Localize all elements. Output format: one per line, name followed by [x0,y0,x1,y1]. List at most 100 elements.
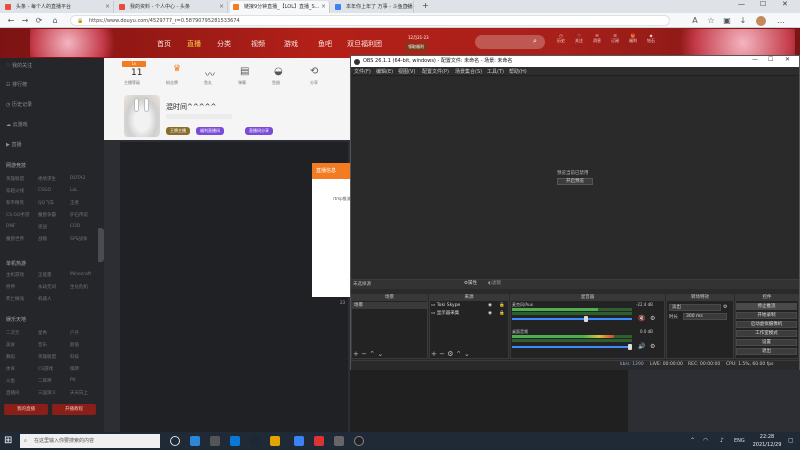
language-indicator[interactable]: ENG [734,438,745,444]
source-item[interactable]: ▭ 显示器采集 ◉ 🔒 [431,310,507,317]
sidebar-category-link[interactable]: 正能量 [38,272,52,278]
sidebar-category-link[interactable]: DOTA2 [70,176,85,181]
app-icon[interactable] [314,436,324,446]
sidebar-category-link[interactable]: SPS战争 [70,236,87,242]
sidebar-category-link[interactable]: 王者 [70,200,79,206]
nav-category[interactable]: 分类 [217,39,231,49]
duration-input[interactable]: 300 ms [683,313,727,320]
tag-badge[interactable]: 福利直播间 [196,127,224,135]
sidebar-item-live[interactable]: ▶ 直播 [6,141,21,148]
more-menu-icon[interactable]: … [776,15,786,26]
explorer-icon[interactable] [270,436,280,446]
notification-icon[interactable]: ▢ [788,437,794,444]
obs-taskbar-icon[interactable] [354,436,364,446]
sidebar-category-link[interactable]: 魔兽世界 [6,236,24,242]
sidebar-category-link[interactable]: 主机游戏 [6,272,24,278]
sidebar-category-link[interactable]: 英雄联盟 [6,176,24,182]
sidebar-category-link[interactable]: 科技 [70,354,79,360]
app-icon[interactable] [294,436,304,446]
settings-button[interactable]: 设置 [736,339,797,346]
sidebar-category-link[interactable]: CS游戏 [38,366,53,372]
network-icon[interactable]: ◠ [703,437,708,444]
move-up-icon[interactable]: ⌃ [456,350,462,358]
sidebar-category-link[interactable]: 炉石传说 [70,212,88,218]
nav-live[interactable]: 直播 [187,39,201,49]
sidebar-category-link[interactable]: 原神 [6,284,15,290]
nav-home[interactable]: 首页 [157,39,171,49]
sidebar-category-link[interactable]: CS:GO手游 [6,212,30,218]
sidebar-category-link[interactable]: 舞蹈 [6,354,15,360]
sidebar-category-link[interactable]: CSGO [38,188,51,193]
store-icon[interactable] [230,436,240,446]
message-icon[interactable]: ✉ 消息 [591,33,603,44]
tab-close-icon[interactable]: × [321,1,326,13]
minimize-button[interactable]: — [738,0,745,8]
sidebar-category-link[interactable]: 斗鱼 [6,378,15,384]
sidebar-category-link[interactable]: 美食 [6,342,15,348]
profile-avatar[interactable] [756,16,766,26]
transition-select[interactable]: 淡出 [669,304,721,311]
anchor-avatar[interactable] [124,95,160,137]
sidebar-category-link[interactable]: 二次元 [6,330,20,336]
filters-button[interactable]: ◐滤镜 [488,280,501,286]
add-icon[interactable]: + [431,350,437,358]
sidebar-category-link[interactable]: 天天向上 [70,390,88,396]
sidebar-category-link[interactable]: 三国演义 [38,390,56,396]
promo-banner-right[interactable] [665,29,795,57]
sidebar-category-link[interactable]: 英雄联盟 [38,354,56,360]
stop-streaming-button[interactable]: 停止推流 [736,303,797,310]
sidebar-category-link[interactable]: 生化危机 [70,284,88,290]
my-live-button[interactable]: 我的直播 [4,404,48,415]
start-recording-button[interactable]: 开始录制 [736,312,797,319]
sidebar-category-link[interactable]: 颜值 [70,342,79,348]
sidebar-category-link[interactable]: 穿越火线 [6,188,24,194]
sidebar-category-link[interactable]: 户外 [70,330,79,336]
site-search-input[interactable]: ⌕ [475,35,545,49]
clock-date[interactable]: 2021/12/29 [750,442,784,448]
browser-tab[interactable]: 本年你上年了 万事 - 斗鱼直播 × [332,1,414,13]
menu-profile[interactable]: 配置文件(P) [422,68,449,75]
add-icon[interactable]: + [353,350,359,358]
sidebar-item-cloudgame[interactable]: ☁ 云游戏 [6,121,28,128]
menu-edit[interactable]: 编辑(E) [376,68,393,75]
sidebar-category-link[interactable]: DNF [6,224,15,229]
sidebar-category-link[interactable]: QQ飞车 [38,200,54,206]
lock-icon[interactable]: 🔒 [499,310,505,317]
read-aloud-icon[interactable]: A [690,15,700,26]
sidebar-category-link[interactable]: 战锤 [38,236,47,242]
sidebar-category-link[interactable]: 音乐 [38,342,47,348]
fishball-icon[interactable]: 〰 [205,66,215,81]
collections-icon[interactable]: ▣ [722,15,732,26]
sidebar-category-link[interactable]: 死亡搁浅 [6,296,24,302]
sidebar-category-link[interactable]: 星秀 [38,330,47,336]
steam-icon[interactable] [250,436,260,446]
enable-preview-button[interactable]: 开启预览 [557,178,593,185]
browser-tab-active[interactable]: 链接9分钟直播_【LOL】直播_S... × [230,1,330,13]
downloads-icon[interactable]: ↓ [738,15,748,26]
banner-cta-button[interactable]: 领取福利 [405,43,427,51]
tutorial-button[interactable]: 开播教程 [52,404,96,415]
move-up-icon[interactable]: ⌃ [369,350,375,358]
gear-icon[interactable]: ⚙ [650,343,655,350]
remove-icon[interactable]: − [361,350,367,358]
back-icon[interactable]: ← [6,15,16,26]
menu-view[interactable]: 视图(V) [398,68,415,75]
forward-icon[interactable]: → [20,15,30,26]
subscribe-icon[interactable]: ☰ 订阅 [609,33,621,44]
properties-button[interactable]: ⚙属性 [464,280,477,286]
tray-chevron-icon[interactable]: ⌃ [690,437,695,444]
tab-close-icon[interactable]: × [105,1,110,13]
gear-icon[interactable]: ⚙ [723,304,727,310]
sidebar-category-link[interactable]: 直播间 [6,390,20,396]
sidebar-item-rank[interactable]: ☷ 排行榜 [6,81,27,88]
tag-badge[interactable]: 直播间分享 [245,127,273,135]
gear-icon[interactable]: ⚙ [650,315,655,322]
gear-icon[interactable]: ⚙ [447,350,453,358]
source-item[interactable]: ▭ Toki Skype ◉ 🔒 [431,302,507,309]
sidebar-category-link[interactable]: Minecraft [70,272,91,277]
speaker-icon[interactable]: 🔊 [638,343,645,350]
app-icon[interactable] [334,436,344,446]
menu-help[interactable]: 帮助(H) [509,68,527,75]
studio-mode-button[interactable]: 工作室模式 [736,330,797,337]
mixer-volume-slider[interactable] [512,346,632,348]
